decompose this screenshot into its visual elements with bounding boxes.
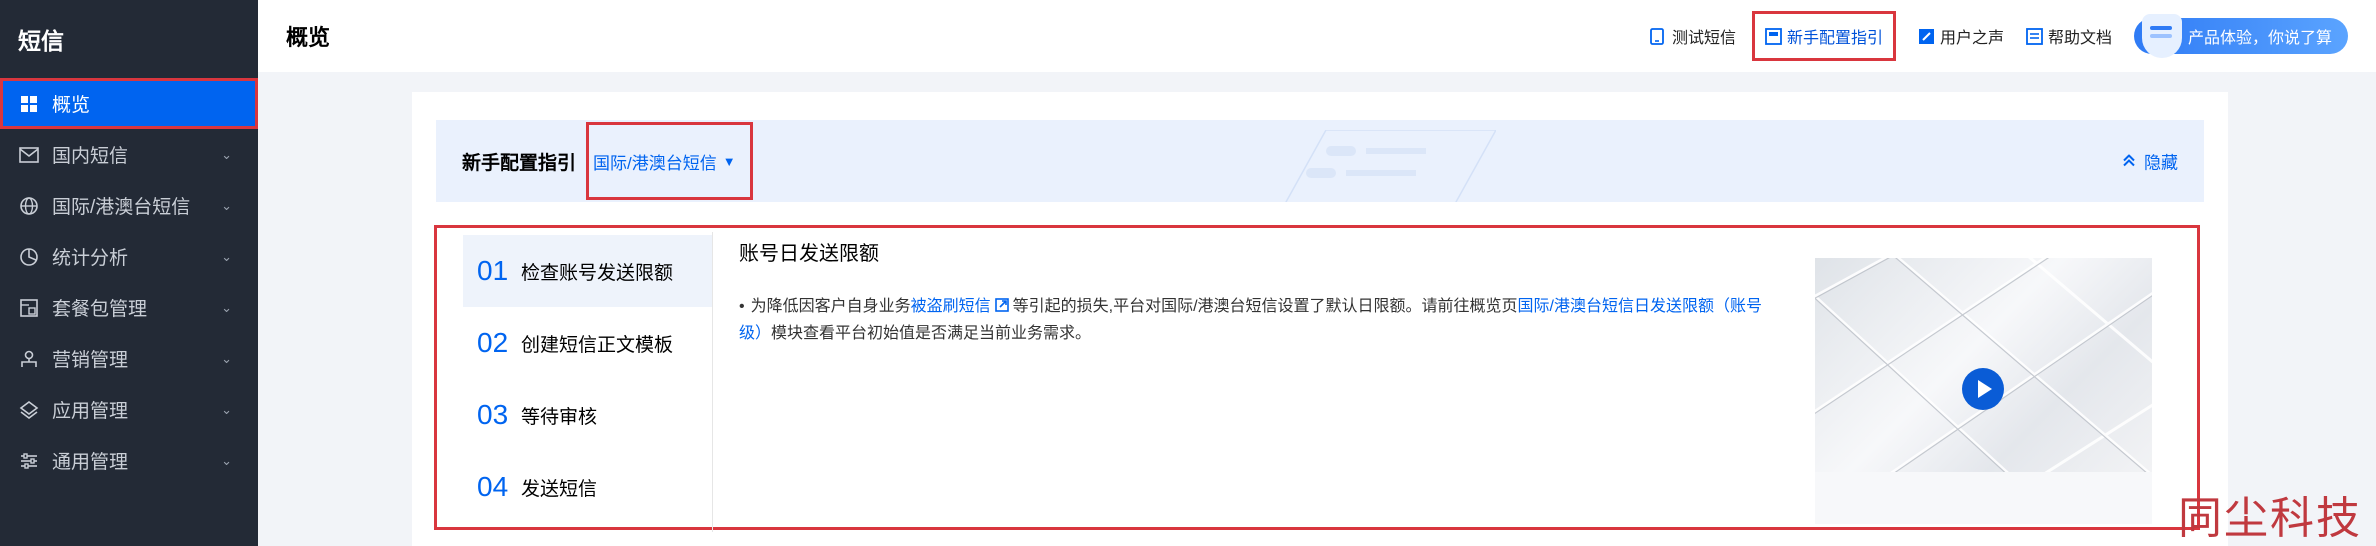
test-sms-label: 测试短信 bbox=[1671, 30, 1736, 47]
video-background-pattern bbox=[1815, 258, 2152, 472]
sidebar-item-label: 概览 bbox=[52, 95, 91, 116]
guide-header: 新手配置指引 国际/港澳台短信 ▼ 隐藏 bbox=[436, 120, 2204, 202]
region-select[interactable]: 国际/港澳台短信 ▼ bbox=[586, 122, 753, 200]
step-2[interactable]: 02 创建短信正文模板 bbox=[463, 307, 712, 379]
sidebar-item-marketing[interactable]: 营销管理 ⌄ bbox=[0, 333, 258, 384]
step-divider bbox=[712, 232, 713, 532]
sidebar-item-label: 通用管理 bbox=[52, 452, 129, 473]
collapse-label: 隐藏 bbox=[2144, 153, 2178, 173]
detail-text-3: 模块查看平台初始值是否满足当前业务需求。 bbox=[771, 325, 1092, 342]
user-voice-label: 用户之声 bbox=[1939, 30, 2004, 47]
people-icon bbox=[18, 348, 40, 370]
video-thumbnail[interactable] bbox=[1815, 258, 2152, 472]
grid-icon bbox=[18, 93, 40, 115]
test-sms-link[interactable]: 测试短信 bbox=[1650, 24, 1736, 48]
guide-title: 新手配置指引 bbox=[462, 152, 577, 174]
sidebar-item-domestic-sms[interactable]: 国内短信 ⌄ bbox=[0, 129, 258, 180]
watermark: 同尘科技 bbox=[2178, 493, 2362, 544]
feedback-label: 产品体验，你说了算 bbox=[2187, 30, 2332, 47]
step-4[interactable]: 04 发送短信 bbox=[463, 451, 712, 523]
chevron-down-icon: ⌄ bbox=[221, 452, 232, 468]
chevron-down-icon: ⌄ bbox=[221, 197, 232, 213]
step-number: 03 bbox=[477, 399, 509, 430]
sidebar-item-statistics[interactable]: 统计分析 ⌄ bbox=[0, 231, 258, 282]
mail-icon bbox=[18, 144, 40, 166]
sidebar-item-overview[interactable]: 概览 bbox=[0, 78, 258, 129]
step-label: 创建短信正文模板 bbox=[521, 334, 674, 356]
globe-icon bbox=[18, 195, 40, 217]
new-guide-label: 新手配置指引 bbox=[1786, 30, 1883, 47]
document-icon bbox=[2026, 27, 2043, 45]
step-number: 01 bbox=[477, 255, 509, 286]
step-label: 发送短信 bbox=[521, 478, 598, 500]
sidebar-item-intl-sms[interactable]: 国际/港澳台短信 ⌄ bbox=[0, 180, 258, 231]
detail-title: 账号日发送限额 bbox=[739, 243, 879, 265]
edit-icon bbox=[1918, 28, 1935, 45]
step-number: 02 bbox=[477, 327, 509, 358]
bullet: • bbox=[739, 298, 745, 315]
sidebar-item-packages[interactable]: 套餐包管理 ⌄ bbox=[0, 282, 258, 333]
top-links: 测试短信 新手配置指引 用户之声 帮助文档 产品体验，你说了算 bbox=[1628, 0, 2348, 72]
chevron-down-icon: ⌄ bbox=[221, 299, 232, 315]
sidebar-item-label: 营销管理 bbox=[52, 350, 129, 371]
chevron-down-icon: ⌄ bbox=[221, 146, 232, 162]
chevron-down-icon: ⌄ bbox=[221, 350, 232, 366]
step-label: 检查账号发送限额 bbox=[521, 262, 674, 284]
page-title: 概览 bbox=[286, 25, 331, 50]
caret-down-icon: ▼ bbox=[722, 153, 736, 169]
pie-chart-icon bbox=[18, 246, 40, 268]
chevron-down-icon: ⌄ bbox=[221, 248, 232, 264]
detail-text-2: 等引起的损失,平台对国际/港澳台短信设置了默认日限额。请前往概览页 bbox=[1012, 298, 1518, 315]
sidebar-item-general[interactable]: 通用管理 ⌄ bbox=[0, 435, 258, 486]
sidebar-item-label: 国际/港澳台短信 bbox=[52, 197, 191, 218]
sidebar-item-label: 国内短信 bbox=[52, 146, 129, 167]
detail-text-1: 为降低因客户自身业务 bbox=[750, 298, 911, 315]
external-link-icon[interactable] bbox=[994, 294, 1009, 312]
top-bar: 概览 测试短信 新手配置指引 用户之声 帮助文档 产品体验，你说了算 bbox=[258, 0, 2376, 72]
step-label: 等待审核 bbox=[521, 406, 598, 428]
play-icon[interactable] bbox=[1962, 368, 2004, 410]
decorative-graphic bbox=[1285, 130, 1496, 202]
sidebar-item-label: 套餐包管理 bbox=[52, 299, 148, 320]
step-list: 01 检查账号发送限额 02 创建短信正文模板 03 等待审核 04 发送短信 bbox=[463, 235, 712, 523]
collapse-button[interactable]: 隐藏 bbox=[2122, 149, 2178, 174]
new-guide-link[interactable]: 新手配置指引 bbox=[1751, 11, 1896, 61]
step-1[interactable]: 01 检查账号发送限额 bbox=[463, 235, 712, 307]
sidebar-item-apps[interactable]: 应用管理 ⌄ bbox=[0, 384, 258, 435]
chevron-down-icon: ⌄ bbox=[221, 401, 232, 417]
guide-icon bbox=[1765, 27, 1782, 45]
user-voice-link[interactable]: 用户之声 bbox=[1918, 24, 2004, 48]
feedback-icon bbox=[2142, 14, 2182, 58]
sidebar-menu: 概览 国内短信 ⌄ 国际/港澳台短信 ⌄ 统计分析 ⌄ 套餐包管理 ⌄ 营销管理… bbox=[0, 78, 258, 486]
feedback-button[interactable]: 产品体验，你说了算 bbox=[2134, 14, 2348, 58]
package-icon bbox=[18, 297, 40, 319]
detail-text: • 为降低因客户自身业务被盗刷短信 等引起的损失,平台对国际/港澳台短信设置了默认日… bbox=[739, 293, 1769, 347]
help-docs-link[interactable]: 帮助文档 bbox=[2026, 24, 2112, 48]
chevron-up-icon bbox=[2122, 153, 2136, 169]
sidebar-item-label: 统计分析 bbox=[52, 248, 129, 269]
sidebar-item-label: 应用管理 bbox=[52, 401, 129, 422]
region-select-value: 国际/港澳台短信 bbox=[593, 153, 717, 173]
step-number: 04 bbox=[477, 471, 509, 502]
settings-sliders-icon bbox=[18, 450, 40, 472]
help-docs-label: 帮助文档 bbox=[2047, 30, 2112, 47]
step-3[interactable]: 03 等待审核 bbox=[463, 379, 712, 451]
stolen-sms-link[interactable]: 被盗刷短信 bbox=[911, 298, 991, 315]
video-footer bbox=[1815, 472, 2152, 524]
sidebar-brand: 短信 bbox=[18, 28, 64, 54]
sidebar: 短信 概览 国内短信 ⌄ 国际/港澳台短信 ⌄ 统计分析 ⌄ 套餐包管理 ⌄ 营… bbox=[0, 0, 258, 546]
layers-icon bbox=[18, 399, 40, 421]
phone-icon bbox=[1650, 27, 1667, 45]
